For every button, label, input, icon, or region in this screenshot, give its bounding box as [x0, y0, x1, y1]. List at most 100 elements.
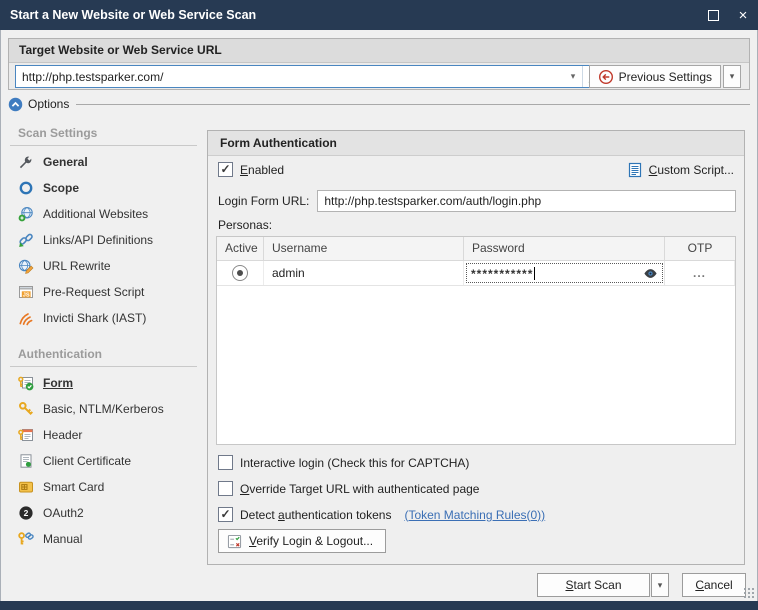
svg-text:2: 2 [24, 508, 29, 518]
custom-script-icon [627, 162, 643, 178]
url-dropdown-caret-icon[interactable]: ▾ [564, 71, 582, 82]
detect-tokens-row[interactable]: ✓ Detect authentication tokens (Token Ma… [218, 507, 545, 522]
detect-tokens-label: Detect authentication tokens [240, 508, 391, 522]
options-label: Options [28, 97, 69, 111]
target-url-input[interactable] [16, 70, 564, 84]
sidebar-item-manual[interactable]: Manual [0, 526, 207, 552]
close-icon: × [739, 8, 748, 23]
oauth2-icon: 2 [18, 505, 34, 521]
previous-settings-dropdown[interactable]: ▾ [723, 65, 741, 88]
key-icon [18, 401, 34, 417]
detect-tokens-checkbox[interactable]: ✓ [218, 507, 233, 522]
sidebar-item-additional-websites[interactable]: Additional Websites [0, 201, 207, 227]
form-authentication-panel: Form Authentication ✓ Enabled Custom Scr… [207, 130, 745, 565]
sidebar-item-smart-card[interactable]: Smart Card [0, 474, 207, 500]
enabled-checkbox[interactable]: ✓ [218, 162, 233, 177]
login-form-url-input[interactable] [317, 190, 736, 212]
resize-grip[interactable] [743, 587, 755, 599]
globe-pencil-icon [18, 258, 34, 274]
window-title: Start a New Website or Web Service Scan [0, 8, 698, 22]
globe-plus-icon [18, 206, 34, 222]
personas-label: Personas: [218, 218, 272, 232]
sidebar-item-oauth2[interactable]: 2 OAuth2 [0, 500, 207, 526]
masked-password: *********** [471, 269, 533, 279]
custom-script-button[interactable]: Custom Script... [627, 162, 734, 178]
caret-down-icon: ▾ [730, 71, 735, 82]
custom-script-label: Custom Script... [649, 163, 734, 177]
maximize-button[interactable] [698, 0, 728, 30]
form-key-check-icon [18, 375, 34, 391]
settings-sidebar: Scan Settings General Scope Additional W… [0, 116, 207, 552]
background-window-edge [0, 601, 758, 610]
sidebar-item-header[interactable]: Header [0, 422, 207, 448]
login-form-url-row: Login Form URL: [218, 190, 736, 212]
previous-settings-label: Previous Settings [619, 70, 712, 84]
key-document-icon [18, 427, 34, 443]
title-bar: Start a New Website or Web Service Scan … [0, 0, 758, 30]
column-header-active: Active [217, 237, 264, 260]
override-target-url-row[interactable]: Override Target URL with authenticated p… [218, 481, 479, 496]
personas-table: Active Username Password OTP admin *****… [216, 236, 736, 445]
caret-down-icon: ▾ [658, 580, 663, 591]
interactive-login-row[interactable]: Interactive login (Check this for CAPTCH… [218, 455, 469, 470]
verify-login-logout-label: Verify Login & Logout... [249, 534, 373, 548]
sidebar-item-scope[interactable]: Scope [0, 175, 207, 201]
cancel-label: Cancel [695, 578, 732, 592]
wrench-icon [18, 154, 34, 170]
key-link-icon [18, 531, 34, 547]
shark-waves-icon [18, 310, 34, 326]
scope-icon [18, 180, 34, 196]
target-url-combobox[interactable]: ▾ [15, 65, 607, 88]
sidebar-item-pre-request-script[interactable]: JS Pre-Request Script [0, 279, 207, 305]
form-authentication-header: Form Authentication [208, 131, 744, 156]
verify-login-logout-button[interactable]: Verify Login & Logout... [218, 529, 386, 553]
divider [10, 366, 197, 367]
certificate-icon [18, 453, 34, 469]
interactive-login-checkbox[interactable] [218, 455, 233, 470]
table-row: admin *********** ... [217, 261, 735, 286]
column-header-username: Username [264, 237, 464, 260]
text-caret [534, 267, 535, 280]
check-icon: ✓ [220, 163, 230, 175]
username-cell[interactable]: admin [264, 261, 464, 285]
verify-checklist-icon [227, 534, 242, 549]
cancel-button[interactable]: Cancel [682, 573, 746, 597]
show-password-eye-icon[interactable] [643, 266, 658, 281]
sidebar-item-basic-ntlm-kerberos[interactable]: Basic, NTLM/Kerberos [0, 396, 207, 422]
target-url-panel-header: Target Website or Web Service URL [9, 39, 749, 63]
previous-back-icon [598, 69, 614, 85]
sidebar-item-links-api-definitions[interactable]: Links/API Definitions [0, 227, 207, 253]
close-button[interactable]: × [728, 0, 758, 30]
previous-settings-button[interactable]: Previous Settings [589, 65, 721, 88]
sidebar-item-client-certificate[interactable]: Client Certificate [0, 448, 207, 474]
override-target-url-label: Override Target URL with authenticated p… [240, 482, 479, 496]
sidebar-item-general[interactable]: General [0, 149, 207, 175]
maximize-icon [708, 10, 719, 21]
otp-ellipsis-button[interactable]: ... [693, 266, 706, 280]
chain-links-icon [18, 232, 34, 248]
column-header-password: Password [464, 237, 665, 260]
start-scan-label: Start Scan [565, 578, 621, 592]
check-icon: ✓ [220, 508, 230, 520]
token-matching-rules-link[interactable]: (Token Matching Rules(0)) [404, 508, 545, 522]
start-scan-button[interactable]: Start Scan [537, 573, 650, 597]
svg-text:JS: JS [23, 292, 30, 298]
enabled-checkbox-row[interactable]: ✓ Enabled [218, 162, 284, 177]
options-toggle[interactable]: Options [8, 95, 750, 113]
login-form-url-label: Login Form URL: [218, 194, 309, 208]
start-scan-dropdown[interactable]: ▾ [651, 573, 669, 597]
password-editor[interactable]: *********** [466, 263, 663, 283]
js-script-icon: JS [18, 284, 34, 300]
sidebar-item-form[interactable]: Form [0, 370, 207, 396]
column-header-otp: OTP [665, 237, 735, 260]
sidebar-item-invicti-shark[interactable]: Invicti Shark (IAST) [0, 305, 207, 331]
scan-dialog-window: Start a New Website or Web Service Scan … [0, 0, 758, 610]
section-header-authentication: Authentication [0, 331, 207, 364]
override-target-url-checkbox[interactable] [218, 481, 233, 496]
collapse-chevron-icon [8, 97, 23, 112]
interactive-login-label: Interactive login (Check this for CAPTCH… [240, 456, 469, 470]
smart-card-icon [18, 479, 34, 495]
options-divider [76, 104, 750, 105]
active-radio[interactable] [232, 265, 248, 281]
sidebar-item-url-rewrite[interactable]: URL Rewrite [0, 253, 207, 279]
